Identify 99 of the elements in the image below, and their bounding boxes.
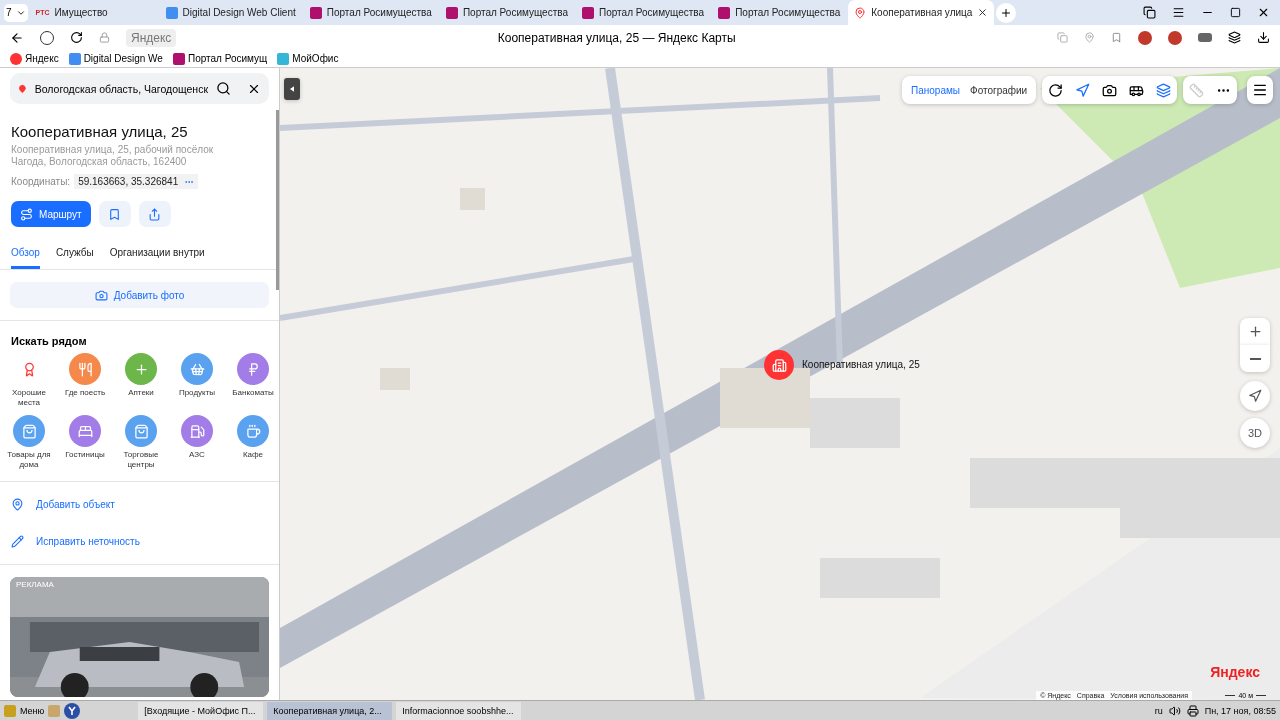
basket-icon [189,361,205,377]
plus-icon [133,361,149,377]
back-icon[interactable] [10,30,24,45]
pin-plus-icon [11,498,24,511]
bag-icon [21,423,37,439]
cup-icon [245,423,261,439]
tab-counter[interactable]: 7 [4,3,28,22]
site-icon [309,6,322,19]
building-icon [771,357,787,373]
scale-bar [1225,695,1236,696]
menu-icon[interactable] [1172,6,1185,19]
section-title: Искать рядом [10,335,88,349]
search-field[interactable]: Вологодская область, Чагодощенск [10,73,269,104]
browser-tab[interactable]: Портал Росимущества [303,0,438,25]
marker-label: Кооперативная улица, 25 [802,359,920,370]
fork-knife-icon [77,361,93,377]
scrollbar[interactable] [276,110,279,290]
layers-icon[interactable] [1156,82,1171,98]
zoom-in-button[interactable] [1240,318,1270,345]
close-icon[interactable] [1257,6,1270,19]
triangle-left-icon [290,85,294,93]
place-address: Кооперативная улица, 25, рабочий посёлок Чагода, Вологодская область, 162400 [10,144,215,168]
layer-tab[interactable]: Панорамы [906,84,966,96]
category-button[interactable]: Кафе [225,415,279,473]
scale-bar [1256,695,1266,696]
category-button[interactable]: Продукты [169,353,225,411]
site-icon [165,6,178,19]
extension-icon[interactable] [1198,33,1212,42]
bookmark-link[interactable]: Digital Design We [68,52,163,65]
browser-tab[interactable]: Портал Росимущества [712,0,847,25]
category-button[interactable]: Аптеки [113,353,169,411]
site-name[interactable]: Яндекс [126,28,177,47]
bag-icon [133,423,149,439]
volume-icon[interactable] [1168,704,1181,717]
section-tab[interactable]: Службы [55,247,94,269]
extension-icon[interactable] [1138,30,1152,45]
browser-icon[interactable] [64,702,81,719]
bed-icon [77,423,93,439]
site-icon [718,6,731,19]
ad-label: РЕКЛАМА [16,580,54,589]
action-link[interactable]: Исправить неточность [0,523,151,560]
category-button[interactable]: Где поесть [57,353,113,411]
share-button[interactable] [138,201,171,227]
reload-icon[interactable] [70,31,83,44]
clock[interactable]: Пн, 17 ноя, 08:55 [1204,705,1276,716]
section-tab[interactable]: Обзор [11,247,40,269]
zoom-out-button[interactable] [1240,345,1270,372]
search-icon[interactable] [216,81,231,96]
bookmark-icon [108,207,122,221]
coordinates-label: Координаты: [11,176,71,187]
share-icon [148,207,162,221]
camera-icon[interactable] [1102,82,1117,98]
extension-icon[interactable] [1168,30,1182,45]
collapse-button[interactable] [284,78,300,100]
plus-icon [1247,324,1263,339]
category-button[interactable]: Хорошие места [1,353,57,411]
bookmark-icon[interactable] [1111,32,1122,43]
route-icon [20,207,33,221]
start-menu[interactable]: Меню [20,705,45,716]
close-icon[interactable] [977,7,989,18]
minus-icon [1249,357,1261,360]
category-button[interactable]: Товары для дома [1,415,57,473]
page-title: Кооперативная улица, 25 — Яндекс Карты [496,30,737,45]
browser-tab[interactable]: Портал Росимущества [439,0,574,25]
bookmark-button[interactable] [98,201,131,227]
taskbar-window[interactable]: Кооперативная улица, 2... [267,701,393,720]
fuel-pump-icon [189,423,205,439]
category-button[interactable]: Торговые центры [113,415,169,473]
tabs-icon[interactable] [1143,6,1156,19]
camera-icon [94,288,108,302]
add-photo-button[interactable]: Добавить фото [10,282,269,308]
menu-icon[interactable] [1252,82,1268,98]
language-indicator[interactable]: ru [1154,705,1163,716]
coordinates-value[interactable]: 59.163663, 35.326841 [74,174,199,189]
browser-tab[interactable]: Digital Design Web Client [159,0,302,25]
site-icon [445,6,458,19]
taskbar-window[interactable]: Informacionnoe soobshhe... [396,701,522,720]
action-link[interactable]: Добавить объект [0,486,126,523]
bookmark-link[interactable]: Яндекс [10,52,59,65]
pencil-icon [11,535,24,548]
site-icon [582,6,594,19]
maximize-icon[interactable] [1230,7,1241,18]
bookmark-link[interactable]: Портал Росимущ [172,52,268,65]
route-button[interactable]: Маршрут [11,201,91,227]
bookmark-link[interactable]: МойОфис [277,52,339,65]
map-logo: Яндекс [1210,664,1260,680]
browser-tab[interactable]: Портал Росимущества [576,0,711,25]
category-button[interactable]: АЗС [169,415,225,473]
layer-tab[interactable]: Фотографии [965,84,1033,96]
taskbar-window[interactable]: [Входящие - МойОфис П... [138,701,264,720]
download-icon[interactable] [1257,31,1270,44]
browser-tab[interactable]: Кооперативная улица [848,0,995,25]
navigation-arrow-icon [1248,389,1262,403]
section-tab[interactable]: Организации внутри [109,247,205,269]
pin-icon [854,6,867,19]
printer-icon[interactable] [1186,704,1199,717]
category-button[interactable]: Гостиницы [57,415,113,473]
category-button[interactable]: Банкоматы [225,353,279,411]
place-title: Кооперативная улица, 25 [10,122,189,142]
